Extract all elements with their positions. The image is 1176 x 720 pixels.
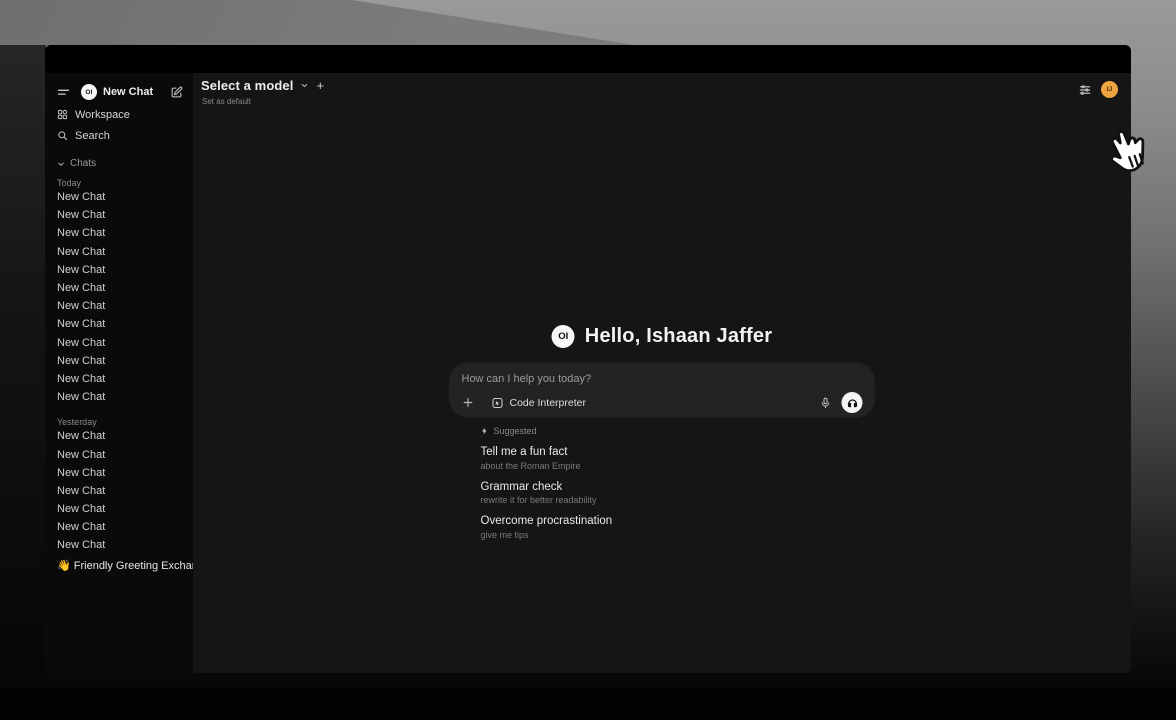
- suggestion-subtitle: about the Roman Empire: [481, 461, 875, 471]
- app-logo-large: OI: [552, 325, 575, 348]
- add-model-button[interactable]: +: [316, 79, 324, 92]
- new-chat-icon[interactable]: [170, 86, 183, 99]
- workspace-label: Workspace: [75, 109, 130, 121]
- sidebar-toggle-icon[interactable]: [57, 86, 70, 99]
- attach-plus-icon[interactable]: [462, 396, 475, 409]
- chat-list-item[interactable]: New Chat: [57, 188, 183, 206]
- suggestion-title: Overcome procrastination: [481, 515, 875, 527]
- chat-list-item[interactable]: New Chat: [57, 279, 183, 297]
- message-input[interactable]: [462, 373, 863, 385]
- suggestion-item[interactable]: Grammar check rewrite it for better read…: [481, 481, 875, 506]
- microphone-icon[interactable]: [820, 397, 832, 409]
- chat-list-item[interactable]: New Chat: [57, 206, 183, 224]
- suggestion-title: Grammar check: [481, 481, 875, 493]
- main-header: Select a model + Set as default: [201, 78, 324, 106]
- suggestion-subtitle: rewrite it for better readability: [481, 495, 875, 505]
- model-selector[interactable]: Select a model: [201, 78, 293, 93]
- chat-list-item[interactable]: New Chat: [57, 297, 183, 315]
- chat-list-yesterday: New ChatNew ChatNew ChatNew ChatNew Chat…: [57, 427, 183, 554]
- chat-list-item[interactable]: New Chat: [57, 388, 183, 406]
- chat-list-item[interactable]: New Chat: [57, 518, 183, 536]
- window-top-bar: [45, 45, 1131, 73]
- chat-list-item[interactable]: New Chat: [57, 370, 183, 388]
- sidebar: OI New Chat Workspace Searc: [45, 73, 193, 673]
- chat-list-item[interactable]: New Chat: [57, 464, 183, 482]
- code-interpreter-label: Code Interpreter: [510, 397, 586, 409]
- hero-section: OI Hello, Ishaan Jaffer: [450, 325, 875, 540]
- suggestion-subtitle: give me tips: [481, 530, 875, 540]
- app-window: OI New Chat Workspace Searc: [45, 45, 1131, 673]
- greeting-text: Hello, Ishaan Jaffer: [585, 325, 772, 348]
- chat-list-item[interactable]: New Chat: [57, 334, 183, 352]
- chat-group-label-yesterday: Yesterday: [57, 417, 183, 427]
- background-left-shade: [0, 45, 46, 720]
- suggestion-list: Tell me a fun fact about the Roman Empir…: [481, 446, 875, 540]
- chat-list-item[interactable]: New Chat: [57, 261, 183, 279]
- chat-group-label-today: Today: [57, 178, 183, 188]
- chat-list-item[interactable]: New Chat: [57, 482, 183, 500]
- chat-list-item[interactable]: New Chat: [57, 445, 183, 463]
- suggestion-item[interactable]: Tell me a fun fact about the Roman Empir…: [481, 446, 875, 471]
- greeting: OI Hello, Ishaan Jaffer: [450, 325, 875, 348]
- suggested-label: Suggested: [494, 426, 537, 436]
- set-as-default-button[interactable]: Set as default: [202, 97, 324, 106]
- controls-sliders-icon[interactable]: [1078, 83, 1092, 97]
- chat-list-item[interactable]: New Chat: [57, 315, 183, 333]
- search-label: Search: [75, 130, 110, 142]
- header-right-controls: IJ: [1078, 81, 1118, 98]
- suggestion-item[interactable]: Overcome procrastination give me tips: [481, 515, 875, 540]
- headphones-icon: [846, 397, 858, 409]
- chat-list-item[interactable]: New Chat: [57, 427, 183, 445]
- chat-list-item[interactable]: New Chat: [57, 243, 183, 261]
- search-icon: [57, 130, 68, 141]
- suggestion-title: Tell me a fun fact: [481, 446, 875, 458]
- sidebar-item-search[interactable]: Search: [57, 126, 183, 145]
- bolt-icon: [481, 427, 489, 435]
- sidebar-brand-title: New Chat: [103, 86, 170, 98]
- suggested-header: Suggested: [481, 426, 875, 436]
- chat-list-item-friendly-greeting[interactable]: 👋 Friendly Greeting Exchange: [57, 557, 183, 575]
- chat-list-item[interactable]: New Chat: [57, 500, 183, 518]
- user-avatar[interactable]: IJ: [1101, 81, 1118, 98]
- chats-section-label: Chats: [70, 158, 96, 169]
- composer-controls: Code Interpreter: [462, 392, 863, 413]
- screen: OI New Chat Workspace Searc: [0, 0, 1176, 720]
- chat-list-today: New ChatNew ChatNew ChatNew ChatNew Chat…: [57, 188, 183, 406]
- message-composer[interactable]: Code Interpreter: [450, 363, 875, 417]
- voice-call-button[interactable]: [842, 392, 863, 413]
- app-logo: OI: [81, 84, 97, 100]
- code-interpreter-toggle[interactable]: Code Interpreter: [492, 397, 586, 409]
- sidebar-item-workspace[interactable]: Workspace: [57, 105, 183, 124]
- main-area: Select a model + Set as default IJ: [193, 73, 1131, 673]
- chat-list-item[interactable]: New Chat: [57, 224, 183, 242]
- workspace-icon: [57, 109, 68, 120]
- chat-list-item[interactable]: New Chat: [57, 536, 183, 554]
- code-interpreter-icon: [492, 397, 504, 409]
- chevron-down-icon: [57, 160, 65, 168]
- suggested-section: Suggested Tell me a fun fact about the R…: [450, 426, 875, 540]
- model-chevron-icon[interactable]: [300, 81, 309, 90]
- background-bottom-bar: [0, 688, 1176, 720]
- sidebar-header: OI New Chat: [57, 81, 183, 103]
- chat-list-item[interactable]: New Chat: [57, 352, 183, 370]
- chats-section-toggle[interactable]: Chats: [57, 158, 183, 169]
